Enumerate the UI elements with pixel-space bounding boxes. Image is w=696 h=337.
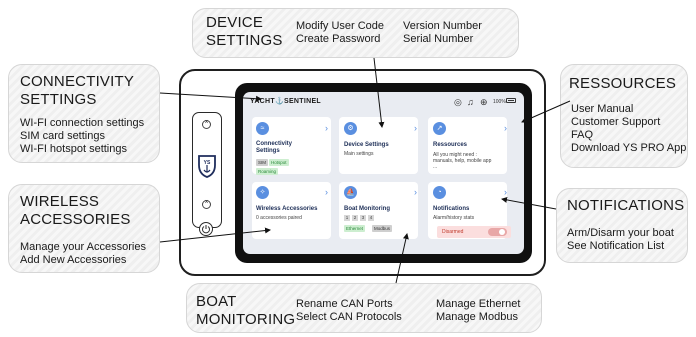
arrow-boat xyxy=(395,233,409,284)
arrow-device xyxy=(373,57,385,128)
arrow-wireless xyxy=(159,227,271,243)
arrow-notifications xyxy=(501,196,557,210)
arrow-ressources xyxy=(521,100,571,123)
connector-arrows xyxy=(159,57,571,284)
arrow-connectivity xyxy=(159,92,262,102)
